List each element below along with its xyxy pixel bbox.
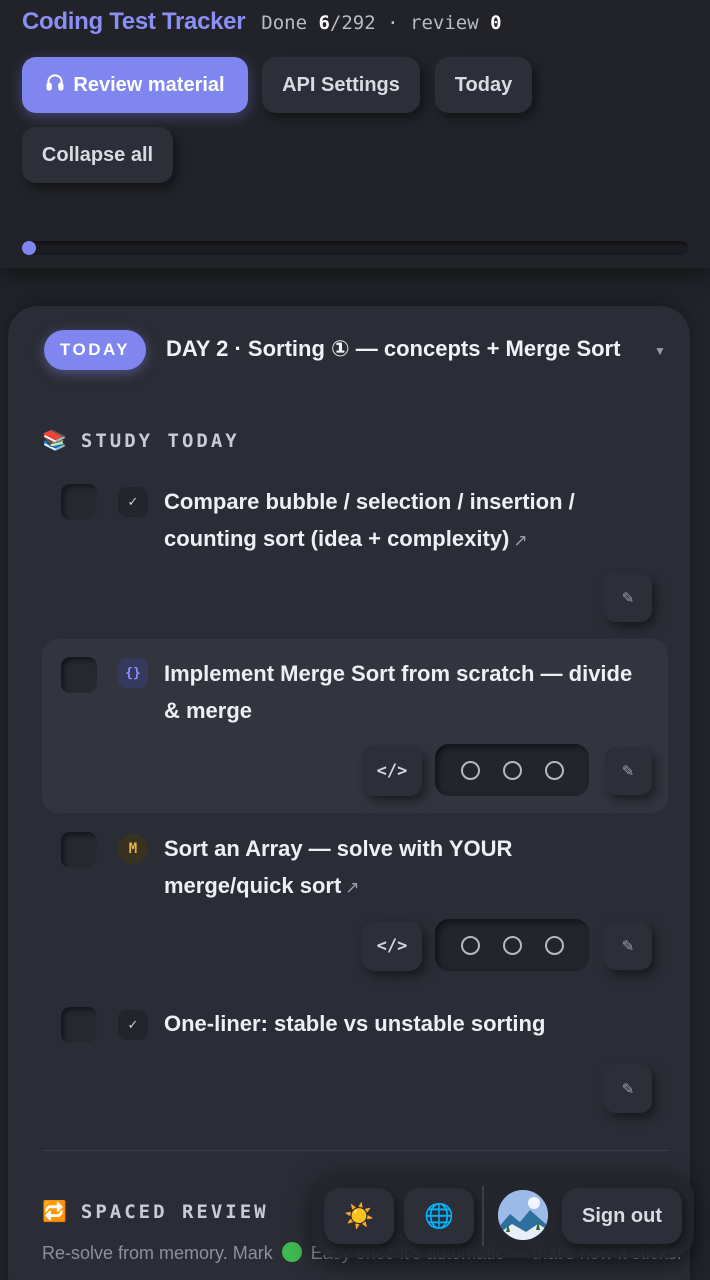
- task-checkbox[interactable]: [61, 657, 97, 693]
- theme-toggle-button[interactable]: ☀️: [324, 1188, 394, 1244]
- code-editor-button[interactable]: </>: [362, 746, 422, 796]
- today-button[interactable]: Today: [435, 57, 532, 113]
- progress-stats: Done 6/292 · review 0: [261, 12, 501, 34]
- study-today-header: 📚 STUDY TODAY: [42, 428, 240, 453]
- check-icon: ✓: [118, 1010, 148, 1040]
- review-label: review: [410, 12, 479, 34]
- task-title-text: Sort an Array — solve with YOUR merge/qu…: [164, 836, 513, 898]
- chevron-down-icon[interactable]: ▼: [654, 344, 666, 358]
- books-icon: 📚: [42, 430, 67, 452]
- check-icon: ✓: [118, 487, 148, 517]
- rating-dot[interactable]: [502, 760, 522, 780]
- rating-dot[interactable]: [544, 760, 564, 780]
- avatar[interactable]: [498, 1190, 548, 1240]
- floating-toolbar: ☀️ 🌐 Sign out: [312, 1174, 694, 1258]
- repeat-icon: 🔁: [42, 1201, 67, 1223]
- rating-dot[interactable]: [544, 935, 564, 955]
- done-count: 6: [318, 12, 330, 34]
- day-card: TODAY DAY 2 · Sorting ① — concepts + Mer…: [8, 306, 690, 1280]
- toolbar-separator: [482, 1186, 484, 1246]
- rating-dot[interactable]: [460, 935, 480, 955]
- task-title[interactable]: Implement Merge Sort from scratch — divi…: [164, 655, 644, 729]
- api-settings-button[interactable]: API Settings: [262, 57, 420, 113]
- code-editor-button[interactable]: </>: [362, 921, 422, 971]
- app-title: Coding Test Tracker: [22, 8, 246, 35]
- task-item: ✓ One-liner: stable vs unstable sorting …: [42, 996, 668, 1126]
- progress-fill: [22, 241, 36, 255]
- title-row: Coding Test Tracker Done 6/292 · review …: [22, 8, 502, 36]
- collapse-all-button[interactable]: Collapse all: [22, 127, 173, 183]
- task-item: ✓ Compare bubble / selection / insertion…: [42, 476, 668, 636]
- code-icon: {}: [118, 658, 148, 688]
- spaced-review-desc-start: Re-solve from memory. Mark: [42, 1243, 273, 1263]
- edit-button[interactable]: ✎: [604, 747, 652, 795]
- confidence-rating: [435, 919, 589, 971]
- green-circle-icon: [281, 1242, 302, 1262]
- review-count: 0: [490, 12, 502, 34]
- stats-separator: ·: [387, 12, 399, 34]
- task-checkbox[interactable]: [61, 1007, 97, 1043]
- spaced-review-label: SPACED REVIEW: [80, 1200, 269, 1223]
- task-checkbox[interactable]: [61, 832, 97, 868]
- task-item: {} Implement Merge Sort from scratch — d…: [42, 639, 668, 813]
- globe-icon: 🌐: [424, 1202, 454, 1230]
- task-item: M Sort an Array — solve with YOUR merge/…: [42, 821, 668, 986]
- review-material-button[interactable]: Review material: [22, 57, 248, 113]
- header: Coding Test Tracker Done 6/292 · review …: [0, 0, 710, 268]
- task-title[interactable]: One-liner: stable vs unstable sorting: [164, 1005, 644, 1042]
- difficulty-medium-badge: M: [118, 834, 148, 864]
- section-divider: [42, 1150, 668, 1151]
- today-badge: TODAY: [44, 330, 146, 370]
- task-checkbox[interactable]: [61, 484, 97, 520]
- day-title[interactable]: DAY 2 · Sorting ① — concepts + Merge Sor…: [166, 336, 638, 362]
- edit-button[interactable]: ✎: [604, 574, 652, 622]
- done-label: Done: [261, 12, 308, 34]
- review-material-label: Review material: [73, 73, 225, 96]
- sign-out-button[interactable]: Sign out: [562, 1188, 682, 1244]
- confidence-rating: [435, 744, 589, 796]
- total-count: /292: [329, 12, 376, 34]
- progress-bar: [22, 241, 688, 255]
- rating-dot[interactable]: [502, 935, 522, 955]
- task-title[interactable]: Compare bubble / selection / insertion /…: [164, 483, 644, 559]
- task-title[interactable]: Sort an Array — solve with YOUR merge/qu…: [164, 830, 644, 906]
- rating-dot[interactable]: [460, 760, 480, 780]
- sun-icon: ☀️: [344, 1202, 374, 1230]
- spaced-review-header: 🔁 SPACED REVIEW: [42, 1199, 269, 1224]
- edit-button[interactable]: ✎: [604, 922, 652, 970]
- study-today-label: STUDY TODAY: [80, 429, 240, 452]
- headphones-icon: [45, 72, 65, 98]
- external-link-icon[interactable]: ↗: [345, 878, 359, 897]
- language-button[interactable]: 🌐: [404, 1188, 474, 1244]
- external-link-icon[interactable]: ↗: [513, 531, 527, 550]
- edit-button[interactable]: ✎: [604, 1065, 652, 1113]
